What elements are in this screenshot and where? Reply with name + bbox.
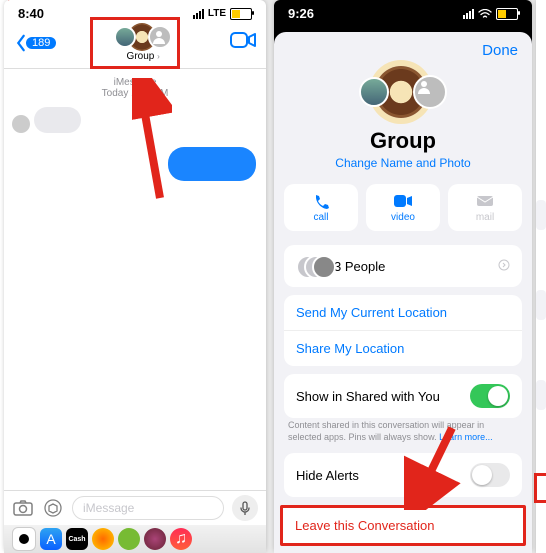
send-location-button[interactable]: Send My Current Location (284, 295, 522, 330)
timestamp-label: Today 1:19 PM (4, 88, 266, 99)
details-screen: 9:26 Done Group Change Name and Photo ca… (274, 0, 532, 553)
hide-alerts-toggle[interactable] (470, 463, 510, 487)
thread-type-label: iMessage (4, 77, 266, 88)
mail-button: mail (448, 184, 522, 231)
status-bar: 8:40 LTE (4, 0, 266, 23)
member-avatar-generic (148, 25, 172, 49)
share-location-button[interactable]: Share My Location (284, 330, 522, 366)
member-avatar-generic (413, 75, 447, 109)
network-label: LTE (208, 8, 226, 19)
chevron-right-icon (498, 259, 510, 274)
photos-app-icon[interactable] (12, 527, 36, 551)
call-button[interactable]: call (284, 184, 358, 231)
video-button[interactable]: video (366, 184, 440, 231)
conversation-screen: 8:40 LTE 189 Group › iMessage Today 1:19… (4, 0, 266, 553)
apps-button[interactable] (42, 497, 64, 519)
member-avatar (114, 26, 136, 48)
people-count: 3 People (334, 259, 385, 274)
music-app-icon[interactable]: ♫ (170, 528, 192, 550)
video-icon (393, 194, 413, 208)
facetime-button[interactable] (230, 31, 256, 54)
learn-more-link[interactable]: Learn more... (439, 432, 493, 442)
member-avatar (359, 77, 389, 107)
shared-toggle[interactable] (470, 384, 510, 408)
message-input[interactable]: iMessage (72, 496, 224, 520)
compose-bar: iMessage (4, 490, 266, 525)
battery-icon (230, 8, 252, 20)
app-icon[interactable] (92, 528, 114, 550)
people-avatars-icon (296, 255, 326, 277)
applecash-app-icon[interactable]: Cash (66, 528, 88, 550)
chevron-right-icon: › (157, 52, 160, 61)
mail-icon (476, 195, 494, 207)
app-drawer[interactable]: A Cash ♫ (4, 525, 266, 553)
message-list[interactable]: iMessage Today 1:19 PM (4, 69, 266, 449)
dictation-button[interactable] (232, 495, 258, 521)
clock: 8:40 (18, 6, 44, 21)
incoming-message[interactable] (12, 107, 258, 133)
back-button[interactable]: 189 (14, 34, 56, 52)
outgoing-message[interactable] (168, 147, 256, 181)
group-name: Group (127, 51, 155, 62)
group-header[interactable]: Group › (114, 23, 172, 62)
hide-alerts-label: Hide Alerts (296, 468, 359, 483)
shared-label: Show in Shared with You (296, 389, 440, 404)
unread-badge: 189 (26, 37, 56, 49)
sender-avatar (12, 115, 30, 133)
people-row[interactable]: 3 People (284, 245, 522, 287)
appstore-app-icon[interactable]: A (40, 528, 62, 550)
battery-icon (496, 8, 518, 20)
done-button[interactable]: Done (482, 42, 518, 59)
signal-icon (193, 9, 204, 19)
shared-with-you-row: Show in Shared with You (284, 374, 522, 418)
phone-icon (313, 193, 329, 209)
wifi-icon (478, 9, 492, 19)
app-icon[interactable] (144, 528, 166, 550)
signal-icon (463, 9, 474, 19)
status-bar: 9:26 (274, 0, 532, 23)
group-title: Group (274, 128, 532, 154)
leave-conversation-button[interactable]: Leave this Conversation (283, 508, 523, 543)
app-icon[interactable] (118, 528, 140, 550)
shared-caption: Content shared in this conversation will… (274, 420, 532, 443)
clock: 9:26 (288, 6, 314, 21)
camera-button[interactable] (12, 497, 34, 519)
change-name-photo-link[interactable]: Change Name and Photo (274, 156, 532, 170)
hide-alerts-row: Hide Alerts (284, 453, 522, 497)
